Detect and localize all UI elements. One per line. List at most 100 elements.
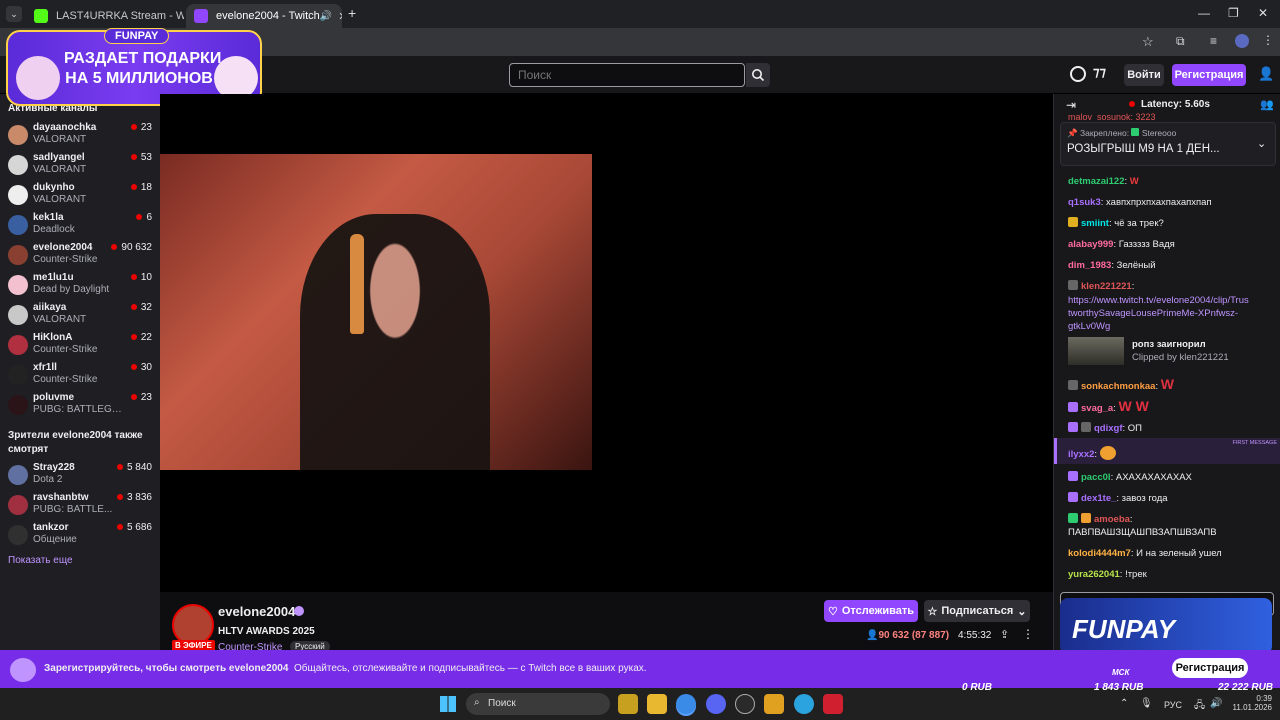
- stream-info-bar: В ЭФИРЕ evelone2004 HLTV AWARDS 2025 Cou…: [160, 594, 1053, 653]
- ticker-a: 0 RUB: [962, 682, 993, 693]
- chat-message: qdixgf: ОП: [1068, 422, 1274, 435]
- chat-message: dex1te_: завоз года: [1068, 492, 1274, 505]
- channel-name[interactable]: evelone2004: [218, 604, 295, 619]
- telegram-icon[interactable]: [794, 694, 814, 714]
- browser-tab-twitch[interactable]: evelone2004 - Twitch 🔊 ✕: [186, 4, 342, 28]
- login-button[interactable]: Войти: [1124, 64, 1164, 86]
- stream-title: HLTV AWARDS 2025: [218, 626, 315, 637]
- sidebar-channel[interactable]: Stray228 Dota 2 5 840: [0, 460, 160, 490]
- sidebar-channel[interactable]: HiKlonA Counter-Strike 22: [0, 330, 160, 360]
- tray-chevron-icon[interactable]: ⌃: [1120, 698, 1128, 709]
- viewer-count: 18: [131, 182, 152, 193]
- channel-avatar: [8, 185, 28, 205]
- maximize-icon[interactable]: ❐: [1228, 6, 1239, 20]
- badge-icon: [1081, 422, 1091, 432]
- show-more-link[interactable]: Показать еще: [8, 555, 73, 566]
- network-icon[interactable]: 🖧: [1194, 698, 1205, 715]
- search-input[interactable]: [509, 63, 745, 87]
- chat-message: svag_a: W W: [1068, 399, 1274, 415]
- viewers-icon: 👤: [866, 630, 879, 641]
- viewer-count: 👤90 632 (87 887): [866, 630, 950, 641]
- star-icon: ☆: [927, 605, 938, 618]
- browser-menu-icon[interactable]: ⋮: [1262, 33, 1274, 47]
- language-indicator[interactable]: РУС: [1164, 700, 1182, 710]
- live-dot-icon: [1129, 101, 1135, 108]
- clip-author: Clipped by klen221221: [1132, 352, 1229, 363]
- start-icon[interactable]: [440, 696, 456, 712]
- sidebar-channel[interactable]: dukynho VALORANT 18: [0, 180, 160, 210]
- register-button[interactable]: Регистрация: [1172, 64, 1246, 86]
- audio-icon[interactable]: 🔊: [320, 11, 332, 22]
- minimize-icon[interactable]: —: [1198, 6, 1210, 20]
- channel-avatar: [8, 525, 28, 545]
- channel-game: VALORANT: [33, 134, 87, 145]
- pinned-text: РОЗЫГРЫШ М9 НА 1 ДЕН...: [1067, 143, 1220, 155]
- channel-game: VALORANT: [33, 314, 87, 325]
- app-icon[interactable]: [764, 694, 784, 714]
- media-control-icon[interactable]: ≡: [1210, 34, 1217, 48]
- follow-button[interactable]: ♡ Отслеживать: [824, 600, 918, 622]
- subscribe-button[interactable]: ☆ Подписаться ⌄: [924, 600, 1030, 622]
- more-options-icon[interactable]: ⋮: [1022, 627, 1034, 641]
- chat-message: klen221221:: [1068, 280, 1274, 293]
- channel-name: sadlyangel: [33, 152, 85, 163]
- sidebar-channel[interactable]: tankzor Общение 5 686: [0, 520, 160, 550]
- file-explorer-icon[interactable]: [647, 694, 667, 714]
- taskbar-search[interactable]: ⌕ Поиск: [466, 693, 610, 715]
- extensions-icon[interactable]: ⧉: [1176, 34, 1185, 49]
- close-tab-icon[interactable]: ✕: [338, 10, 342, 23]
- discord-icon[interactable]: [706, 694, 726, 714]
- chat-users-icon[interactable]: 👥: [1260, 98, 1274, 111]
- channel-game: PUBG: BATTLE...: [33, 504, 113, 515]
- sidebar-channel[interactable]: poluvme PUBG: BATTLEGR... 23: [0, 390, 160, 420]
- channel-game: Dota 2: [33, 474, 63, 485]
- channel-game: Общение: [33, 534, 77, 545]
- bookmark-star-icon[interactable]: ☆: [1142, 34, 1154, 50]
- clip-preview[interactable]: ропз заигнорил Clipped by klen221221: [1068, 337, 1278, 367]
- sidebar-channel[interactable]: ravshanbtw PUBG: BATTLE... 3 836: [0, 490, 160, 520]
- notifications-icon[interactable]: [1070, 66, 1086, 82]
- viewer-count: 32: [131, 302, 152, 313]
- chrome-icon[interactable]: [676, 694, 696, 714]
- viewer-count: 23: [131, 122, 152, 133]
- collapse-chat-icon[interactable]: ⇥: [1066, 98, 1076, 112]
- pinned-message[interactable]: 📌 Закреплено: Stereooo РОЗЫГРЫШ М9 НА 1 …: [1060, 122, 1276, 166]
- user-menu-icon[interactable]: 👤: [1258, 66, 1274, 82]
- sidebar-channel[interactable]: aiikaya VALORANT 32: [0, 300, 160, 330]
- volume-icon[interactable]: 🔊: [1210, 698, 1222, 709]
- funpay-logo: FUNPAY: [1072, 614, 1176, 644]
- taskbar: [0, 688, 1280, 720]
- sidebar-channel[interactable]: kek1la Deadlock 6: [0, 210, 160, 240]
- chat-panel: ⇥ Latency: 5.60s 👥 malov_sosunok: 3223 📌…: [1053, 94, 1280, 650]
- steam-icon[interactable]: [735, 694, 755, 714]
- expand-pinned-icon[interactable]: ⌄: [1257, 137, 1266, 150]
- search-button[interactable]: [746, 63, 770, 87]
- badge-icon: [1068, 513, 1078, 523]
- twitch-glitch-icon: [10, 658, 36, 682]
- app-icon[interactable]: [823, 694, 843, 714]
- clip-link[interactable]: https://www.twitch.tv/evelone2004/clip/T…: [1068, 294, 1274, 333]
- clock[interactable]: 0:39 11.01.2026: [1228, 694, 1272, 712]
- sidebar-channel[interactable]: me1lu1u Dead by Daylight 10: [0, 270, 160, 300]
- turbo-icon[interactable]: ⁊⁊: [1093, 64, 1106, 80]
- tab-list-dropdown[interactable]: ⌄: [6, 6, 22, 22]
- sidebar-channel[interactable]: dayaanochka VALORANT 23: [0, 120, 160, 150]
- viewer-count: 90 632: [111, 242, 152, 253]
- profile-avatar[interactable]: [1235, 34, 1249, 48]
- channel-avatar: [8, 335, 28, 355]
- channel-avatar: [8, 275, 28, 295]
- stream-video-frame[interactable]: [160, 154, 592, 470]
- app-icon[interactable]: [618, 694, 638, 714]
- sidebar-channel[interactable]: sadlyangel VALORANT 53: [0, 150, 160, 180]
- new-tab-button[interactable]: +: [348, 5, 356, 21]
- funpay-corner-promo[interactable]: FUNPAY: [1060, 598, 1272, 654]
- sub-badge-icon: [1068, 217, 1078, 227]
- sidebar-channel[interactable]: xfr1ll Counter-Strike 30: [0, 360, 160, 390]
- browser-tab-last4urrka[interactable]: LAST4URRKA Stream - Watch l ✕: [26, 4, 184, 28]
- banner-register-button[interactable]: Регистрация: [1172, 658, 1248, 678]
- sidebar-channel[interactable]: evelone2004 Counter-Strike 90 632: [0, 240, 160, 270]
- channel-avatar: [8, 215, 28, 235]
- share-icon[interactable]: ⇪: [1000, 628, 1009, 641]
- verified-icon: [294, 606, 304, 616]
- close-window-icon[interactable]: ✕: [1258, 6, 1268, 20]
